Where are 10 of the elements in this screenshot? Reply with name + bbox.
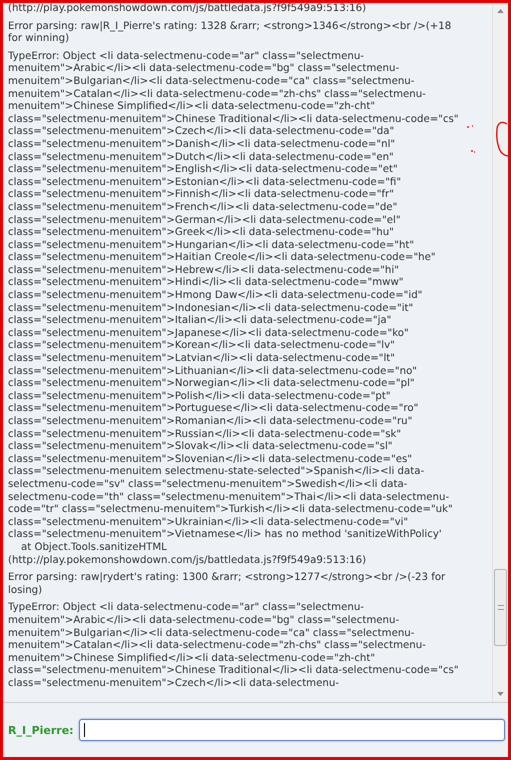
scrollbar-thumb[interactable] [494,569,507,646]
log-message: Error parsing: raw|rydert's rating: 1300 &rarr; <strong>1277</strong><br />(-23 for losing) [8,572,446,598]
chat-input-field[interactable] [78,719,505,741]
log-message: (http://play.pokemonshowdown.com/js/battledata.js?f9f549a9:513:16) [8,3,368,16]
username-label: R_I_Pierre: [8,724,74,736]
scrollbar[interactable] [492,3,508,702]
log-message: TypeError: Object <li data-selectmenu-code="ar" class="selectmenu-menuitem">Arabic</li><li data-selectmenu-code="bg" class="selectmenu-menuitem">Bulgarian</li><li data-selectmenu-code="ca" class="selectmenu-menuitem">Catalan</li><li data-selectmenu-code="zh-chs" class="selectmenu-menuitem">Chinese Simplified</li><li data-selectmenu-code="zh-cht" class="selectmenu-menuitem">Chinese Traditional</li><li data-selectmenu-code="cs" class="selectmenu-menuitem">Czech</li><li data-selectmenu-code="da" class="selectmenu-menuitem">Danish</li><li data-selectmenu-code="nl" class="selectmenu-menuitem">Dutch</li><li data-selectmenu-code="en" class="selectmenu-menuitem">English</li><li data-selectmenu-code="et" class="selectmenu-menuitem">Estonian</li><li data-selectmenu-code="fi" class="selectmenu-menuitem">Finnish</li><li data-selectmenu-code="fr" class="selectmenu-menuitem">French</li><li data-selectmenu-code="de" class="selectmenu-menuitem">German</li><li data-selectmenu-code="el" class="selectmenu-menuitem">Greek</li><li data-selectmenu-code="hu" class="selectmenu-menuitem">Hungarian</li><li data-selectmenu-code="ht" class="selectmenu-menuitem">Haitian Creole</li><li data-selectmenu-code="he" class="selectmenu-menuitem">Hebrew</li><li data-selectmenu-code="hi" class="selectmenu-menuitem">Hindi</li><li data-selectmenu-code="mww" class="selectmenu-menuitem">Hmong Daw</li><li data-selectmenu-code="id" class="selectmenu-menuitem">Indonesian</li><li data-selectmenu-code="it" class="selectmenu-menuitem">Italian</li><li data-selectmenu-code="ja" class="selectmenu-menuitem">Japanese</li><li data-selectmenu-code="ko" class="selectmenu-menuitem">Korean</li><li data-selectmenu-code="lv" class="selectmenu-menuitem">Latvian</li><li data-selectmenu-code="lt" class="selectmenu-menuitem">Lithuanian</li><li data-selectmenu-code="no" class="selectmenu-menuitem">Norwegian</li><li data-selectmenu-code="pl" class="selectmenu-menuitem">Polish</li><li data-selectmenu-code="pt" class="selectmenu-menuitem">Portuguese</li><li data-selectmenu-code="ro" class="selectmenu-menuitem">Romanian</li><li data-selectmenu-code="ru" class="selectmenu-menuitem">Russian</li><li data-selectmenu-code="sk" class="selectmenu-menuitem">Slovak</li><li data-selectmenu-code="sl" class="selectmenu-menuitem">Slovenian</li><li data-selectmenu-code="es" class="selectmenu-menuitem selectmenu-state-selected">Spanish</li><li data-selectmenu-code="sv" class="selectmenu-menuitem">Swedish</li><li data-selectmenu-code="th" class="selectmenu-menuitem">Thai</li><li data-selectmenu-code="tr" class="selectmenu-menuitem">Turkish</li><li data-selectmenu-code="uk" class="selectmenu-menuitem">Ukrainian</li><li data-selectmenu-code="vi" class="selectmenu-menuitem">Vietnamese</li> has no method 'sanitizeWithPolicy' at Object.Tools.sanitizeHTML (http://play.pokemonshowdown.com/js/battledata.js?f9f549a9:513:16) [8,50,460,568]
log-message: Error parsing: raw|R_I_Pierre's rating: 1328 &rarr; <strong>1346</strong><br />(+18 for winning) [8,20,452,46]
log-message: TypeError: Object <li data-selectmenu-code="ar" class="selectmenu-menuitem">Arabic</li><li data-selectmenu-code="bg" class="selectmenu-menuitem">Bulgarian</li><li data-selectmenu-code="ca" class="selectmenu-menuitem">Catalan</li><li data-selectmenu-code="zh-chs" class="selectmenu-menuitem">Chinese Simplified</li><li data-selectmenu-code="zh-cht" class="selectmenu-menuitem">Chinese Traditional</li><li data-selectmenu-code="cs" class="selectmenu-menuitem">Czech</li><li data-selectmenu- [8,602,460,690]
text-cursor-icon [84,723,85,737]
